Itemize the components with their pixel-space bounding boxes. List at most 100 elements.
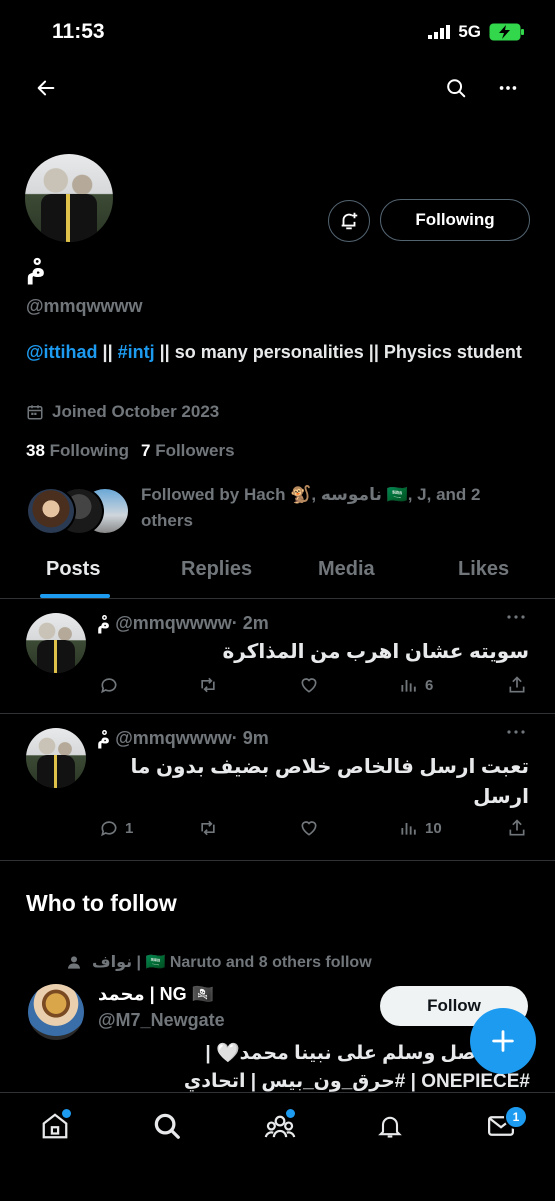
retweet-icon (201, 677, 215, 693)
tweet-time: · 2m (231, 613, 269, 633)
profile-handle: @mmqwwww (26, 296, 143, 316)
like-icon (301, 678, 317, 693)
tweet-author-name: مْ (97, 613, 111, 633)
nav-explore[interactable] (152, 1111, 182, 1146)
tweet-author-handle: @mmqwwww (115, 613, 232, 633)
profile-bio: @ittihad || #intj || so many personaliti… (26, 338, 531, 366)
retweet-icon (201, 820, 215, 836)
more-icon (507, 615, 525, 619)
suggestion-bio-line-1: اللهم صل وسلم على نبينا محمد🤍 | (205, 1043, 530, 1064)
tab-replies[interactable]: Replies (181, 558, 252, 581)
tweet-avatar[interactable] (26, 728, 86, 788)
communities-unread-dot (286, 1109, 295, 1118)
tweet-time: · 9m (231, 728, 269, 748)
following-stat[interactable]: 38 Following (26, 441, 129, 461)
share-icon (509, 819, 525, 836)
battery-charging-icon (489, 23, 524, 41)
back-button[interactable] (24, 66, 68, 110)
tweet[interactable]: مْ @mmqwwww· 2m سويته عشان اهرب من المذا… (0, 599, 555, 713)
bio-hashtag-link[interactable]: #intj (118, 342, 155, 362)
bio-mention-link[interactable]: @ittihad (26, 342, 98, 362)
views-button[interactable]: 10 (399, 818, 442, 838)
views-icon (401, 680, 416, 692)
tweet[interactable]: مْ @mmqwwww· 9m تعبت ارسل فالخاص خلاص بض… (0, 714, 555, 860)
reply-button[interactable]: 1 (99, 818, 133, 838)
tab-posts[interactable]: Posts (46, 558, 100, 581)
retweet-button[interactable] (197, 675, 219, 695)
suggestion-handle: @M7_Newgate (98, 1010, 225, 1030)
notifications-subscribe-button[interactable] (328, 200, 370, 242)
tab-likes[interactable]: Likes (458, 558, 509, 581)
joined-date: Joined October 2023 (26, 402, 219, 422)
views-button[interactable]: 6 (399, 675, 433, 695)
search-button[interactable] (434, 66, 478, 110)
follower-avatar-1 (26, 487, 76, 535)
tweet-header: مْ @mmqwwww· 9m (97, 728, 269, 749)
more-icon (507, 730, 525, 734)
tweet-header: مْ @mmqwwww· 2m (97, 613, 269, 634)
followed-by-text[interactable]: Followed by Hach 🐒, ناموسه 🇸🇦, J, and 2 … (141, 482, 521, 534)
nav-notifications[interactable] (376, 1111, 404, 1146)
followers-count: 7 (140, 441, 151, 460)
views-icon (401, 823, 416, 835)
tweet-author-name: مْ (97, 728, 111, 748)
tweet-text: تعبت ارسل فالخاص خلاص بضيف بدون ما ارسل (130, 756, 529, 808)
like-button[interactable] (298, 818, 320, 838)
tab-media[interactable]: Media (318, 558, 375, 581)
status-indicators: 5G (428, 22, 525, 42)
person-icon (68, 956, 80, 969)
joined-text: Joined October 2023 (52, 402, 220, 421)
tweet-more-button[interactable] (505, 609, 527, 627)
network-label: 5G (458, 22, 481, 41)
suggestion-social-context: نواف | 🇸🇦 Naruto and 8 others follow (66, 952, 372, 972)
tweet-avatar[interactable] (26, 613, 86, 673)
more-button[interactable] (486, 66, 530, 110)
messages-badge: 1 (504, 1105, 528, 1129)
bottom-nav: 1 (0, 1092, 555, 1201)
bell-add-icon (341, 212, 358, 230)
suggestion-bio: اللهم صل وسلم على نبينا محمد🤍 | #ONEPIEC… (98, 1040, 530, 1096)
following-label: Following (49, 441, 129, 460)
profile-avatar[interactable] (25, 154, 113, 242)
nav-home[interactable] (40, 1109, 71, 1146)
calendar-icon (27, 405, 43, 420)
following-count: 38 (26, 441, 45, 460)
status-time: 11:53 (52, 20, 105, 43)
tweet-more-button[interactable] (505, 724, 527, 742)
share-button[interactable] (507, 818, 527, 838)
social-context-text: نواف | 🇸🇦 Naruto and 8 others follow (92, 954, 372, 971)
profile-name: مْ (26, 254, 46, 284)
like-icon (301, 821, 317, 836)
share-icon (509, 676, 525, 693)
nav-messages[interactable]: 1 (486, 1105, 528, 1146)
followed-by-avatars[interactable] (26, 486, 130, 535)
compose-button[interactable] (470, 1008, 536, 1074)
section-divider (0, 860, 555, 861)
follow-stats: 38 Following 7 Followers (26, 441, 235, 461)
more-icon (499, 86, 517, 90)
views-count: 6 (425, 676, 434, 694)
reply-icon (101, 821, 117, 837)
plus-icon (492, 1030, 514, 1052)
suggestion-avatar[interactable] (28, 984, 84, 1040)
like-button[interactable] (298, 675, 320, 695)
reply-icon (101, 678, 117, 694)
following-button[interactable]: Following (380, 199, 530, 241)
reply-button[interactable] (99, 675, 125, 695)
tweet-text: سويته عشان اهرب من المذاكرة (222, 641, 529, 663)
share-button[interactable] (507, 675, 527, 695)
views-count: 10 (425, 819, 442, 837)
search-icon (447, 79, 466, 98)
bio-text: || so many personalities || Physics stud… (154, 342, 522, 362)
who-to-follow-title: Who to follow (26, 890, 177, 916)
notifications-icon (378, 1116, 402, 1138)
followers-stat[interactable]: 7 Followers (141, 441, 235, 461)
retweet-button[interactable] (197, 818, 219, 838)
home-unread-dot (62, 1109, 71, 1118)
reply-count: 1 (125, 819, 134, 837)
signal-icon (428, 25, 451, 39)
bio-separator: || (97, 342, 118, 362)
nav-communities[interactable] (264, 1109, 296, 1146)
search-icon (154, 1113, 180, 1139)
tweet-author-handle: @mmqwwww (115, 728, 232, 748)
